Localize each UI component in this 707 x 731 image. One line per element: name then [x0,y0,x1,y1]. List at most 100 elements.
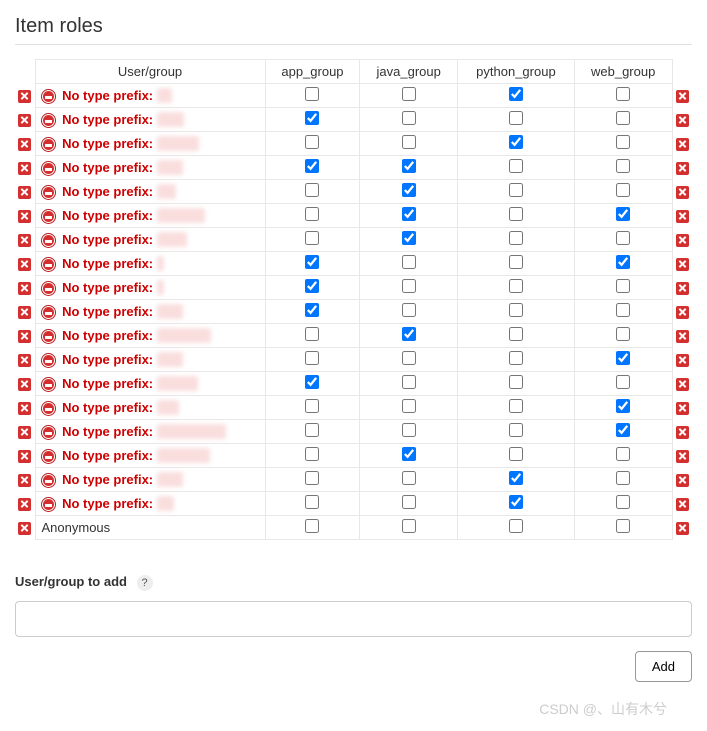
role-checkbox[interactable] [305,423,319,437]
row-delete-left[interactable] [15,228,35,252]
role-checkbox[interactable] [616,423,630,437]
role-checkbox[interactable] [402,111,416,125]
delete-icon[interactable] [676,90,689,103]
role-checkbox[interactable] [509,447,523,461]
role-checkbox[interactable] [616,255,630,269]
role-checkbox[interactable] [509,255,523,269]
role-checkbox[interactable] [509,183,523,197]
delete-icon[interactable] [676,474,689,487]
row-delete-right[interactable] [672,420,692,444]
role-checkbox[interactable] [305,327,319,341]
role-checkbox[interactable] [616,375,630,389]
delete-icon[interactable] [676,282,689,295]
row-delete-right[interactable] [672,180,692,204]
role-checkbox[interactable] [305,279,319,293]
row-delete-left[interactable] [15,420,35,444]
delete-icon[interactable] [18,426,31,439]
role-checkbox[interactable] [616,495,630,509]
role-checkbox[interactable] [402,327,416,341]
delete-icon[interactable] [676,450,689,463]
role-checkbox[interactable] [402,519,416,533]
role-checkbox[interactable] [305,519,319,533]
role-checkbox[interactable] [509,111,523,125]
role-checkbox[interactable] [305,399,319,413]
role-checkbox[interactable] [509,207,523,221]
delete-icon[interactable] [676,210,689,223]
delete-icon[interactable] [676,354,689,367]
role-checkbox[interactable] [402,135,416,149]
row-delete-right[interactable] [672,396,692,420]
row-delete-left[interactable] [15,108,35,132]
role-checkbox[interactable] [305,111,319,125]
row-delete-right[interactable] [672,252,692,276]
role-checkbox[interactable] [616,447,630,461]
delete-icon[interactable] [18,234,31,247]
role-checkbox[interactable] [616,135,630,149]
role-checkbox[interactable] [305,183,319,197]
delete-icon[interactable] [676,402,689,415]
delete-icon[interactable] [676,138,689,151]
delete-icon[interactable] [18,306,31,319]
row-delete-right[interactable] [672,300,692,324]
role-checkbox[interactable] [509,375,523,389]
role-checkbox[interactable] [509,135,523,149]
row-delete-right[interactable] [672,84,692,108]
row-delete-left[interactable] [15,276,35,300]
role-checkbox[interactable] [616,303,630,317]
role-checkbox[interactable] [509,279,523,293]
row-delete-left[interactable] [15,204,35,228]
role-checkbox[interactable] [616,87,630,101]
delete-icon[interactable] [18,138,31,151]
role-checkbox[interactable] [616,399,630,413]
role-checkbox[interactable] [616,207,630,221]
role-checkbox[interactable] [509,327,523,341]
delete-icon[interactable] [18,354,31,367]
delete-icon[interactable] [18,474,31,487]
role-checkbox[interactable] [305,303,319,317]
delete-icon[interactable] [676,330,689,343]
row-delete-left[interactable] [15,348,35,372]
role-checkbox[interactable] [509,159,523,173]
role-checkbox[interactable] [616,159,630,173]
role-checkbox[interactable] [402,447,416,461]
role-checkbox[interactable] [305,375,319,389]
delete-icon[interactable] [18,378,31,391]
delete-icon[interactable] [676,522,689,535]
role-checkbox[interactable] [305,87,319,101]
delete-icon[interactable] [18,402,31,415]
role-checkbox[interactable] [402,255,416,269]
role-checkbox[interactable] [402,495,416,509]
role-checkbox[interactable] [305,231,319,245]
role-checkbox[interactable] [305,447,319,461]
row-delete-right[interactable] [672,372,692,396]
row-delete-left[interactable] [15,372,35,396]
delete-icon[interactable] [676,498,689,511]
role-checkbox[interactable] [616,327,630,341]
row-delete-right[interactable] [672,228,692,252]
delete-icon[interactable] [18,330,31,343]
row-delete-right[interactable] [672,468,692,492]
delete-icon[interactable] [676,114,689,127]
delete-icon[interactable] [676,186,689,199]
row-delete-right[interactable] [672,324,692,348]
role-checkbox[interactable] [509,519,523,533]
help-icon[interactable]: ? [137,575,153,591]
role-checkbox[interactable] [402,303,416,317]
role-checkbox[interactable] [402,87,416,101]
delete-icon[interactable] [676,378,689,391]
delete-icon[interactable] [18,186,31,199]
row-delete-left[interactable] [15,492,35,516]
add-button[interactable]: Add [635,651,692,682]
add-user-input[interactable] [15,601,692,637]
delete-icon[interactable] [18,498,31,511]
delete-icon[interactable] [676,426,689,439]
role-checkbox[interactable] [402,351,416,365]
role-checkbox[interactable] [509,87,523,101]
row-delete-left[interactable] [15,324,35,348]
row-delete-right[interactable] [672,156,692,180]
role-checkbox[interactable] [509,351,523,365]
row-delete-left[interactable] [15,252,35,276]
role-checkbox[interactable] [402,375,416,389]
delete-icon[interactable] [18,162,31,175]
delete-icon[interactable] [676,162,689,175]
